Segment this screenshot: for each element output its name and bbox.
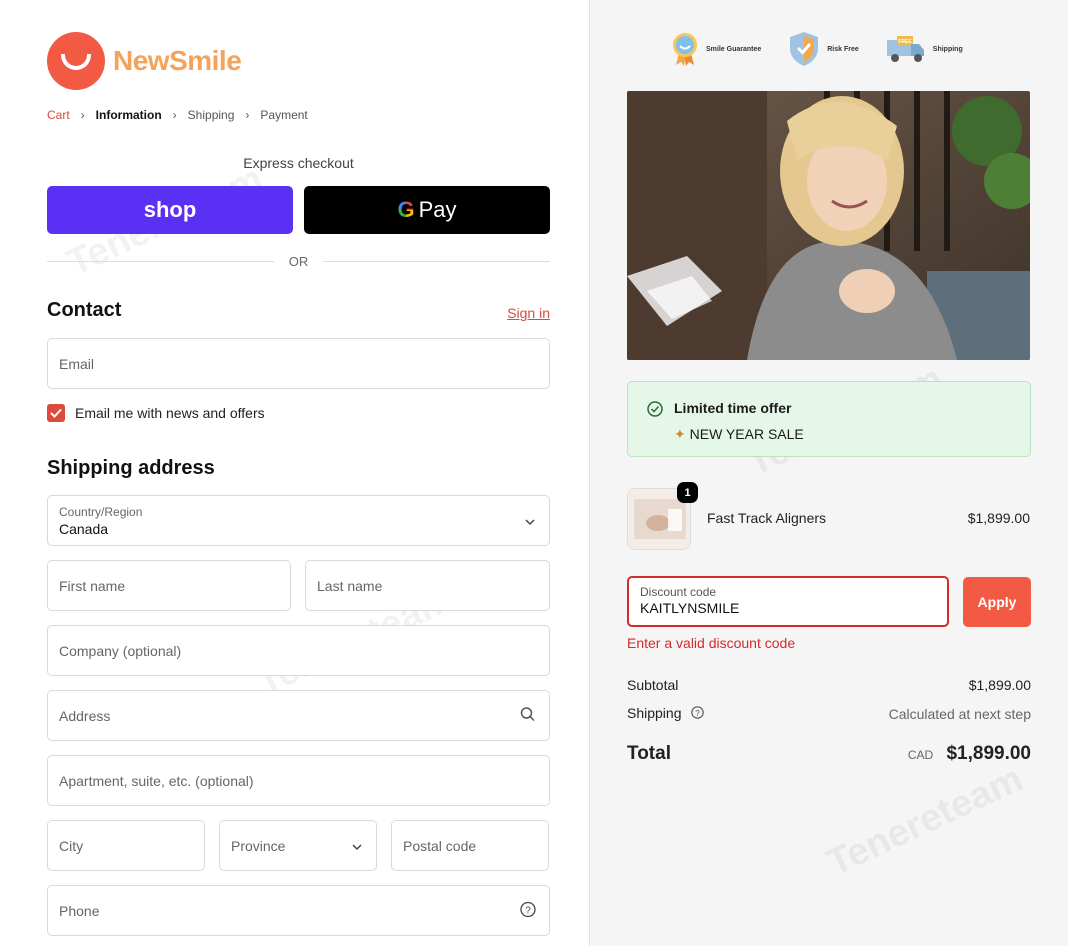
country-select[interactable]: Country/Region Canada — [47, 495, 550, 546]
chevron-right-icon: › — [245, 108, 250, 122]
apartment-placeholder: Apartment, suite, etc. (optional) — [59, 772, 254, 789]
trust-badges: Smile Guarantee Risk Free FREE Shipping — [670, 30, 989, 68]
help-circle-icon[interactable]: ? — [691, 706, 705, 722]
offer-sale-label: NEW YEAR SALE — [689, 426, 804, 442]
province-select[interactable]: Province — [219, 820, 377, 871]
first-name-field[interactable]: First name — [47, 560, 291, 611]
breadcrumb-information: Information — [95, 108, 162, 122]
breadcrumb-cart[interactable]: Cart — [47, 108, 70, 122]
svg-text:?: ? — [696, 709, 701, 718]
total-value: $1,899.00 — [946, 743, 1031, 764]
discount-code-label: Discount code — [640, 585, 717, 599]
apartment-field[interactable]: Apartment, suite, etc. (optional) — [47, 755, 550, 806]
shield-check-icon — [790, 32, 819, 66]
offer-title: Limited time offer — [674, 400, 792, 416]
news-offers-checkbox[interactable] — [47, 404, 65, 422]
breadcrumb-payment: Payment — [260, 108, 308, 122]
subtotal-value: $1,899.00 — [968, 677, 1031, 693]
free-shipping-badge: FREE Shipping — [885, 34, 963, 64]
chevron-down-icon — [524, 513, 536, 529]
check-circle-icon — [647, 401, 663, 422]
free-label: FREE — [898, 39, 912, 45]
truck-icon: FREE — [886, 36, 924, 62]
postal-code-field[interactable]: Postal code — [391, 820, 549, 871]
breadcrumb: Cart › Information › Shipping › Payment — [47, 108, 308, 122]
product-price: $1,899.00 — [967, 510, 1030, 526]
medal-icon — [673, 33, 697, 66]
google-pay-button[interactable]: G Pay — [304, 186, 550, 234]
subtotal-label: Subtotal — [627, 677, 679, 693]
phone-placeholder: Phone — [59, 902, 100, 919]
brand-name: NewSmile — [113, 45, 242, 76]
shipping-summary-label: Shipping — [627, 705, 682, 721]
shop-pay-button[interactable]: shop — [47, 186, 293, 234]
party-popper-icon: ✦ — [674, 426, 686, 442]
checkout-form-panel: Tenereteam Tenereteam NewSmile Cart › In… — [0, 0, 589, 946]
shipping-row: Shipping ? Calculated at next step — [627, 705, 1031, 722]
smile-guarantee-badge: Smile Guarantee — [670, 31, 761, 67]
news-offers-option: Email me with news and offers — [47, 404, 265, 422]
email-field[interactable]: Email — [47, 338, 550, 389]
shipping-label: Shipping — [932, 45, 963, 53]
chevron-right-icon: › — [80, 108, 85, 122]
address-placeholder: Address — [59, 707, 111, 724]
company-placeholder: Company (optional) — [59, 642, 182, 659]
city-field[interactable]: City — [47, 820, 205, 871]
quantity-badge: 1 — [677, 482, 698, 503]
phone-field[interactable]: Phone ? — [47, 885, 550, 936]
express-checkout-title: Express checkout — [243, 155, 354, 171]
total-row: Total CAD $1,899.00 — [627, 743, 1031, 765]
address-field[interactable]: Address — [47, 690, 550, 741]
breadcrumb-shipping: Shipping — [187, 108, 235, 122]
apply-discount-button[interactable]: Apply — [963, 577, 1031, 627]
country-value: Canada — [59, 520, 109, 537]
risk-free-badge: Risk Free — [787, 30, 859, 68]
discount-code-field[interactable]: Discount code KAITLYNSMILE — [627, 576, 949, 627]
smile-guarantee-label: Smile Guarantee — [706, 45, 762, 53]
chevron-right-icon: › — [172, 108, 177, 122]
subtotal-row: Subtotal $1,899.00 — [627, 677, 1031, 693]
google-g-icon: G — [397, 197, 415, 222]
last-name-field[interactable]: Last name — [305, 560, 550, 611]
discount-code-value: KAITLYNSMILE — [640, 600, 740, 616]
limited-offer-banner: Limited time offer ✦ NEW YEAR SALE — [627, 381, 1031, 457]
product-hero-image — [627, 91, 1030, 360]
last-name-placeholder: Last name — [317, 577, 383, 594]
discount-error-message: Enter a valid discount code — [627, 635, 796, 651]
currency-code: CAD — [907, 748, 934, 762]
first-name-placeholder: First name — [59, 577, 126, 594]
chevron-down-icon — [351, 838, 363, 854]
search-icon[interactable] — [520, 706, 536, 725]
shop-pay-label: shop — [143, 197, 197, 222]
news-offers-label: Email me with news and offers — [75, 405, 265, 421]
country-label: Country/Region — [59, 504, 143, 519]
product-name: Fast Track Aligners — [707, 510, 827, 526]
risk-free-label: Risk Free — [827, 45, 859, 53]
company-field[interactable]: Company (optional) — [47, 625, 550, 676]
total-label: Total — [627, 743, 671, 764]
offer-subtitle: ✦ NEW YEAR SALE — [674, 426, 804, 443]
sign-in-link[interactable]: Sign in — [507, 305, 550, 321]
or-label: OR — [288, 254, 309, 269]
shipping-address-title: Shipping address — [47, 457, 215, 479]
province-placeholder: Province — [231, 837, 286, 854]
google-pay-label: Pay — [418, 197, 457, 222]
contact-title: Contact — [47, 299, 122, 321]
or-divider: OR — [47, 254, 550, 269]
svg-text:?: ? — [525, 905, 531, 916]
brand-logo[interactable]: NewSmile — [47, 32, 242, 90]
email-placeholder: Email — [59, 355, 95, 372]
smile-logo-icon — [47, 32, 105, 90]
checkmark-icon — [50, 408, 62, 418]
postal-code-placeholder: Postal code — [403, 837, 477, 854]
shipping-summary-value: Calculated at next step — [888, 705, 1031, 722]
city-placeholder: City — [59, 837, 84, 854]
help-circle-icon[interactable]: ? — [520, 901, 536, 920]
